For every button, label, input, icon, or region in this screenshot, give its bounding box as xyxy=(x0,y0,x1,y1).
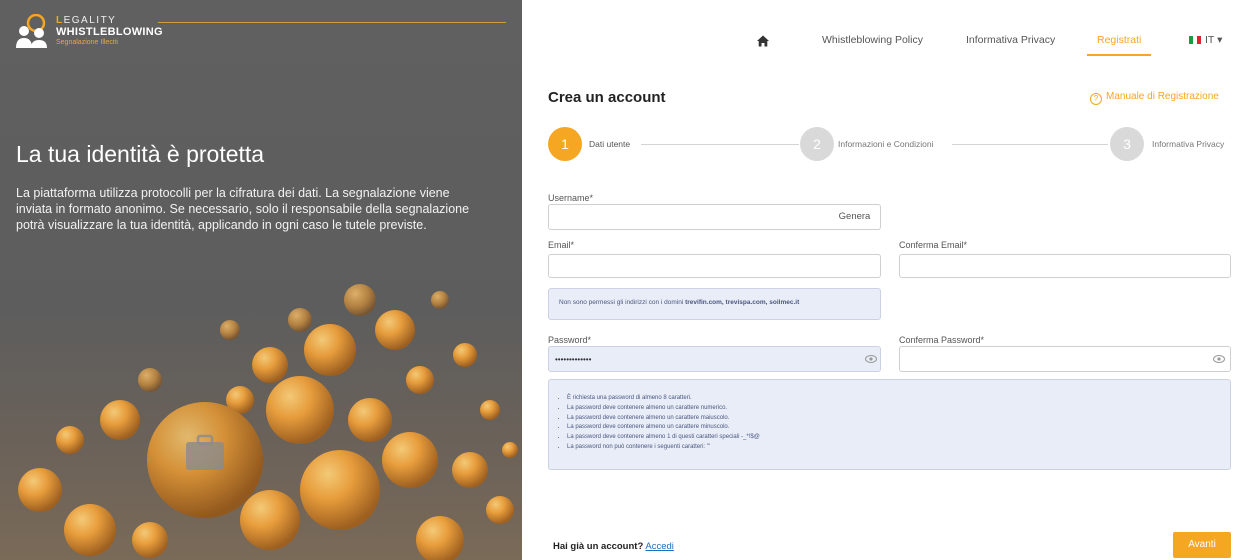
confirm-password-label: Conferma Password* xyxy=(899,335,985,345)
username-label: Username* xyxy=(548,193,594,203)
password-rule: La password deve contenere almeno un car… xyxy=(567,423,760,433)
caret-down-icon: ▾ xyxy=(1217,34,1223,46)
email-input[interactable] xyxy=(548,254,881,278)
show-password-eye-icon[interactable] xyxy=(865,355,877,363)
password-label: Password* xyxy=(548,335,592,345)
hero-panel: LEGALITY WHISTLEBLOWING Segnalazione Ill… xyxy=(0,0,522,560)
next-button[interactable]: Avanti xyxy=(1173,532,1231,558)
step-connector-2 xyxy=(952,144,1108,145)
login-prompt: Hai già un account? Accedi xyxy=(553,541,674,552)
password-requirements-box: È richiesta una password di almeno 8 car… xyxy=(548,379,1231,470)
registration-page: LEGALITY WHISTLEBLOWING Segnalazione Ill… xyxy=(0,0,1234,560)
brand-line-tagline: Segnalazione Illeciti xyxy=(56,39,118,46)
step-1-circle: 1 xyxy=(548,127,582,161)
page-title: Crea un account xyxy=(548,89,666,106)
step-3-label: Informativa Privacy xyxy=(1152,139,1225,149)
password-rule: È richiesta una password di almeno 8 car… xyxy=(567,394,760,404)
help-circle-icon: ? xyxy=(1090,93,1102,105)
hero-title: La tua identità è protetta xyxy=(16,141,265,167)
username-input[interactable] xyxy=(548,204,830,230)
step-connector-1 xyxy=(641,144,799,145)
manual-link[interactable]: ? Manuale di Registrazione xyxy=(1090,91,1219,105)
password-rule: La password deve contenere almeno un car… xyxy=(567,404,760,414)
nav-active-underline xyxy=(1087,54,1151,56)
password-input[interactable] xyxy=(548,346,881,372)
spheres-background-image xyxy=(18,284,518,560)
hero-description: La piattaforma utilizza protocolli per l… xyxy=(16,186,470,232)
brand-logo: LEGALITY WHISTLEBLOWING Segnalazione Ill… xyxy=(14,12,514,48)
confirm-email-label: Conferma Email* xyxy=(899,240,968,250)
italy-flag-icon xyxy=(1189,36,1201,45)
users-logo-icon xyxy=(16,14,47,48)
brand-divider xyxy=(158,22,506,23)
nav-link-informativa-privacy[interactable]: Informativa Privacy xyxy=(966,34,1055,46)
generate-username-button[interactable]: Genera xyxy=(829,204,881,230)
nav-link-whistleblowing-policy[interactable]: Whistleblowing Policy xyxy=(822,34,923,46)
language-selector[interactable]: IT ▾ xyxy=(1189,34,1222,46)
show-confirm-password-eye-icon[interactable] xyxy=(1213,355,1225,363)
home-icon[interactable] xyxy=(756,34,770,48)
email-label: Email* xyxy=(548,240,575,250)
login-link[interactable]: Accedi xyxy=(645,541,674,552)
step-3-circle: 3 xyxy=(1110,127,1144,161)
password-rule: La password deve contenere almeno un car… xyxy=(567,414,760,424)
step-2-label: Informazioni e Condizioni xyxy=(838,139,934,149)
password-requirements-list: È richiesta una password di almeno 8 car… xyxy=(567,394,760,453)
nav-link-registrati[interactable]: Registrati xyxy=(1097,34,1141,46)
brand-line-whistleblowing: WHISTLEBLOWING xyxy=(56,26,163,38)
confirm-password-input[interactable] xyxy=(899,346,1231,372)
confirm-email-input[interactable] xyxy=(899,254,1231,278)
step-1-label: Dati utente xyxy=(589,139,631,149)
password-rule: La password deve contenere almeno 1 di q… xyxy=(567,433,760,443)
step-2-circle: 2 xyxy=(800,127,834,161)
email-domain-notice: Non sono permessi gli indirizzi con i do… xyxy=(548,288,881,320)
brand-line-legality: LEGALITY xyxy=(56,15,117,26)
password-rule: La password non può contenere i seguenti… xyxy=(567,443,760,453)
top-navigation: Whistleblowing Policy Informativa Privac… xyxy=(740,34,1234,56)
